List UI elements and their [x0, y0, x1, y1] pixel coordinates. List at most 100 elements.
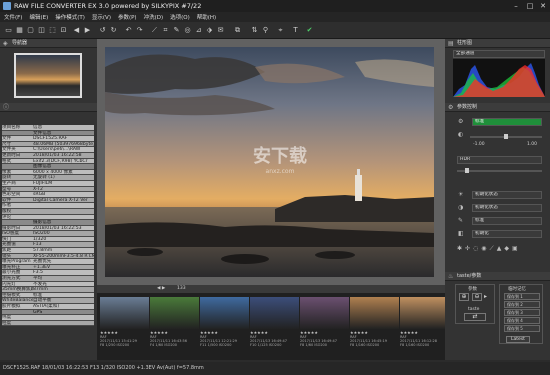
tag-icon[interactable]: ⌖	[276, 26, 285, 35]
filmstrip-thumb[interactable]: ★★★★★ RAF 2017/11/11 12:21:29 F11 1/500 ISO…	[200, 297, 249, 355]
preset-select[interactable]: 标准	[472, 118, 542, 126]
temp-memory-slot[interactable]: 保存到 2	[504, 301, 540, 308]
rotate-right-icon[interactable]: ↻	[109, 26, 118, 35]
zoom-arrows[interactable]: ◀ ▶	[157, 285, 165, 293]
info-row-value: GPS	[33, 309, 43, 315]
thumb-image	[300, 297, 349, 329]
toolbar: ▭ ▦ ▢ ◫ ⬚ ⊡ ◀ ▶ ↺ ↻ ↶ ↷ ⟋ ⌗ ✎ ◎ ⊿ ⬗ ✉ ⧉ …	[0, 22, 550, 39]
single-view-icon[interactable]: ▢	[26, 26, 35, 35]
histogram-channel-select[interactable]: 全部通道	[453, 50, 545, 58]
batch-icon[interactable]: ⧉	[233, 26, 242, 35]
exposure-slider[interactable]	[470, 134, 542, 139]
info-row-key: 文件	[2, 136, 12, 141]
menu-edit[interactable]: 编辑(E)	[29, 13, 48, 21]
filmstrip-thumb[interactable]: ★★★★★ RAF 2017/11/11 15:41:29 F8 1/250 ISO2…	[100, 297, 149, 355]
hdr-knob[interactable]	[465, 168, 469, 173]
info-row-value: Digital Camera X-T2 Ver	[33, 197, 88, 203]
color-icon[interactable]: ✎	[458, 217, 463, 224]
taste-arrow-icon[interactable]: ▸	[484, 293, 492, 301]
menu-mode[interactable]: 操作模式(T)	[55, 13, 85, 21]
sharp-select[interactable]: 初期化	[472, 230, 542, 238]
info-row-value: C:\Users\pe6\...\RAW	[33, 147, 81, 152]
filmstrip-thumb[interactable]: ★★★★★ RAF 2017/11/11 16:43:56 F4 1/60 ISO20…	[150, 297, 199, 355]
taste-box: 参数 ⊕ ⊖ ▸ taste ⇄	[455, 284, 495, 324]
info-row-key: 拍摄模式	[2, 292, 21, 298]
filmstrip-thumb[interactable]: ★★★★★ RAF 2017/11/13 16:49:47 F8 1/60 ISO20…	[300, 297, 349, 355]
level-icon[interactable]: ⊿	[194, 26, 203, 35]
menu-view[interactable]: 显示(V)	[92, 13, 111, 21]
info-row-value	[33, 315, 94, 320]
taste-label: taste	[468, 307, 480, 312]
filter-icon[interactable]: ⚲	[261, 26, 270, 35]
compare-view-icon[interactable]: ◫	[37, 26, 46, 35]
wb-select[interactable]: 初期化状态	[472, 191, 542, 199]
menu-file[interactable]: 文件(F)	[4, 13, 22, 21]
info-icon: ⓘ	[3, 104, 10, 111]
info-row-value: 57.8mm	[33, 248, 53, 253]
tone-icon[interactable]: ◑	[458, 204, 463, 211]
zoom-icon[interactable]: ⊡	[59, 26, 68, 35]
sharp-icon[interactable]: ◧	[458, 230, 464, 237]
fullscreen-icon[interactable]: ⬚	[48, 26, 57, 35]
grid-view-icon[interactable]: ▦	[15, 26, 24, 35]
filmstrip-thumb[interactable]: ★★★★★ RAF 2017/11/11 16:45:19 F8 1/160 ISO2…	[350, 297, 399, 355]
taste-apply-icon[interactable]: ⇄	[464, 313, 486, 321]
latest-button[interactable]: Latest	[506, 336, 530, 343]
menu-help[interactable]: 帮助(H)	[197, 13, 216, 21]
navigator-title: 导航器	[12, 40, 28, 46]
preset-icon[interactable]: ⚙	[458, 118, 463, 125]
taste-save-icon[interactable]: ⊖	[472, 293, 482, 301]
wb-icon[interactable]: ☀	[458, 191, 463, 198]
develop-icon[interactable]: ⬗	[205, 26, 214, 35]
thumb-exposure: F8 1/160 ISO200	[400, 343, 430, 347]
temp-memory-slot[interactable]: 保存到 3	[504, 309, 540, 316]
color-select[interactable]: 标准	[472, 217, 542, 225]
taste-load-icon[interactable]: ⊕	[459, 293, 469, 301]
temp-memory-slot[interactable]: 保存到 1	[504, 293, 540, 300]
close-button[interactable]: ✕	[536, 0, 550, 12]
open-folder-icon[interactable]: ▭	[4, 26, 13, 35]
thumb-image	[400, 297, 449, 329]
sort-icon[interactable]: ⇅	[250, 26, 259, 35]
filmstrip-thumb[interactable]: ★★★★★ RAF 2017/11/11 16:12:28 F8 1/160 ISO2…	[400, 297, 449, 355]
text-tool-icon[interactable]: T	[291, 26, 300, 35]
spot-icon[interactable]: ◎	[183, 26, 192, 35]
wand-icon[interactable]: ⟋	[150, 26, 159, 35]
rotate-left-icon[interactable]: ↺	[98, 26, 107, 35]
hdr-slider[interactable]	[457, 168, 542, 173]
brush-icon[interactable]: ✎	[172, 26, 181, 35]
check-icon[interactable]: ✔	[305, 26, 314, 35]
redo-icon[interactable]: ↷	[135, 26, 144, 35]
undo-icon[interactable]: ↶	[124, 26, 133, 35]
exposure-knob[interactable]	[504, 134, 508, 139]
mail-icon[interactable]: ✉	[216, 26, 225, 35]
navigator-thumbnail[interactable]	[14, 53, 82, 98]
exposure-icon[interactable]: ◐	[458, 131, 463, 138]
info-row-key: 经度	[2, 320, 12, 326]
info-row-value: 文件信息	[33, 130, 52, 136]
main-photo[interactable]: 安下载 anxz.com	[105, 47, 434, 277]
tone-select[interactable]: 初期化状态	[472, 204, 542, 212]
tool-icons-row[interactable]: ✱✢◌◉⟋▲◆▣	[457, 245, 521, 253]
info-row: 经度	[2, 320, 94, 327]
info-row-value: FUJIFILM	[33, 180, 53, 186]
menu-develop[interactable]: 冲洗(D)	[144, 13, 164, 21]
params-title: 参数控制	[457, 104, 478, 110]
temp-memory-slot[interactable]: 保存到 4	[504, 317, 540, 324]
filmstrip-thumb[interactable]: ★★★★★ RAF 2017/11/13 16:49:47 F10 1/125 ISO…	[250, 297, 299, 355]
maximize-button[interactable]: □	[523, 0, 537, 12]
menu-params[interactable]: 参数(P)	[118, 13, 137, 21]
info-row-key: 测光方式	[2, 276, 21, 281]
temp-memory-slot[interactable]: 保存到 5	[504, 325, 540, 332]
next-image-icon[interactable]: ▶	[83, 26, 92, 35]
info-row-key: 焦距	[2, 248, 12, 253]
temp-memory-box: 临时记忆 保存到 1 保存到 2 保存到 3 保存到 4 保存到 5 Latest	[499, 284, 543, 344]
image-viewer[interactable]: 安下载 anxz.com	[97, 39, 445, 285]
taste-icon: ♨	[448, 273, 454, 280]
window-title: RAW FILE CONVERTER EX 3.0 powered by SIL…	[14, 2, 202, 10]
prev-image-icon[interactable]: ◀	[72, 26, 81, 35]
menu-options[interactable]: 选项(O)	[170, 13, 190, 21]
hdr-select[interactable]: HDR	[457, 156, 542, 164]
crop-icon[interactable]: ⌗	[161, 26, 170, 35]
minimize-button[interactable]: –	[509, 0, 523, 12]
